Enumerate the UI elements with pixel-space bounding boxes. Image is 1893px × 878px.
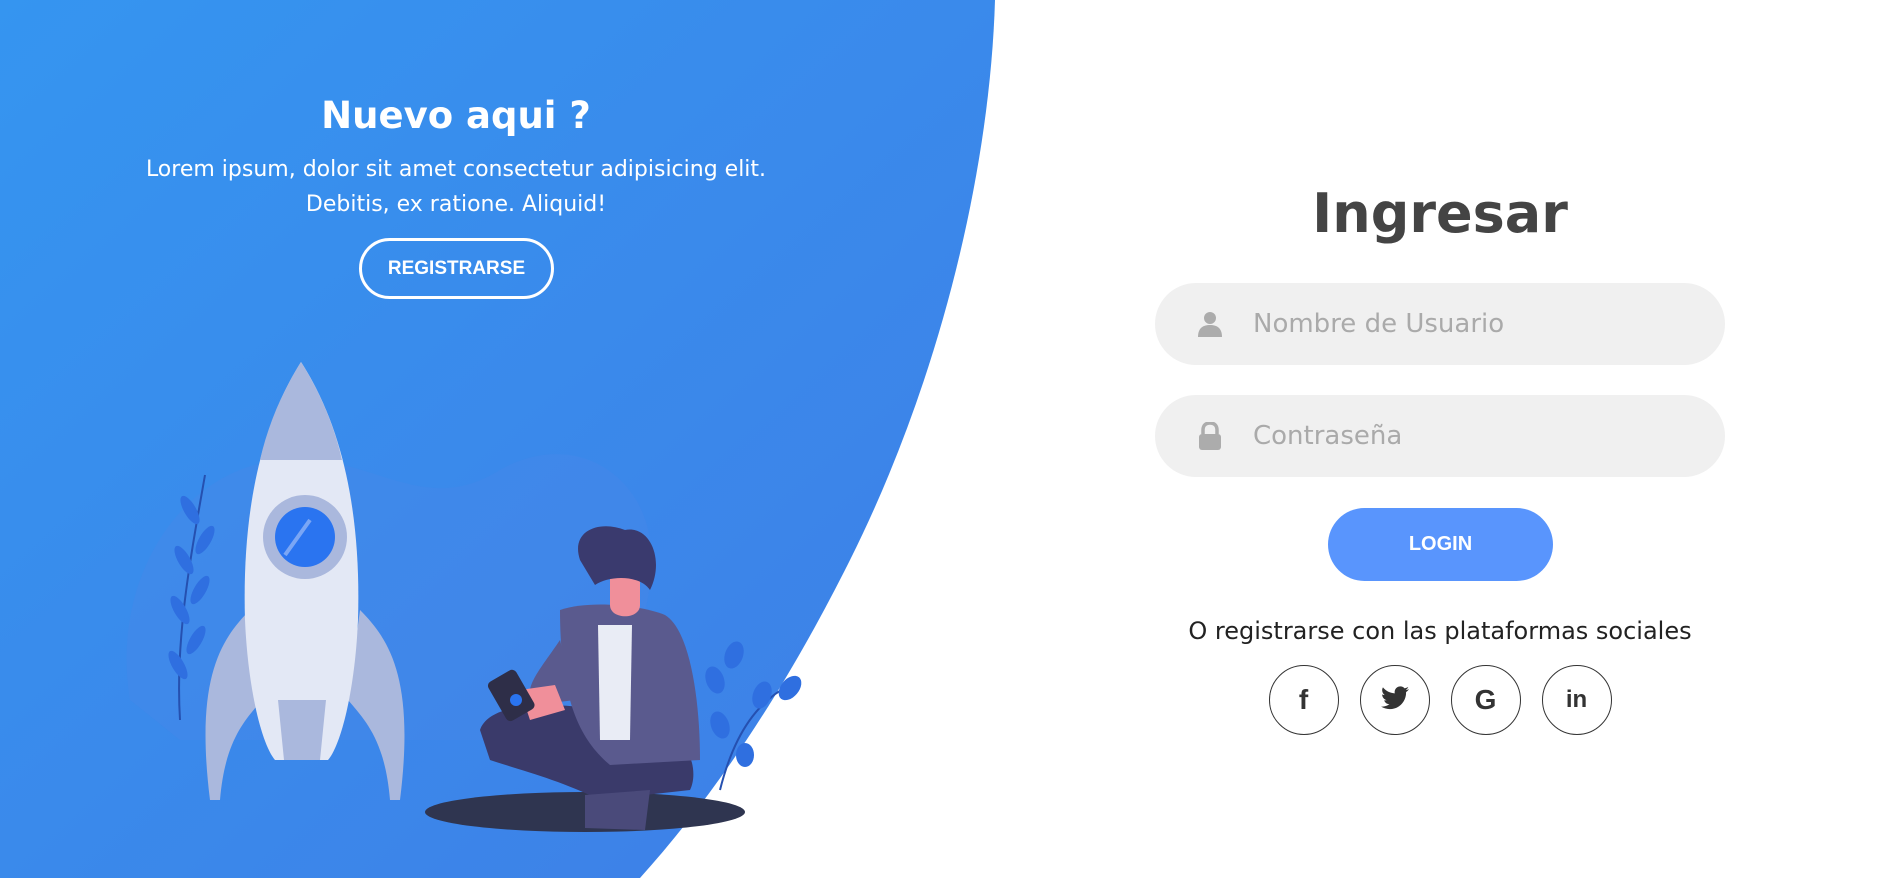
username-field[interactable] [1155, 283, 1725, 365]
lock-icon [1195, 421, 1225, 451]
social-media-row: f G in [1100, 665, 1780, 735]
social-login-text: O registrarse con las plataformas social… [1188, 617, 1692, 645]
facebook-button[interactable]: f [1268, 665, 1339, 735]
user-icon [1195, 309, 1225, 339]
linkedin-icon: in [1565, 686, 1588, 713]
login-title: Ingresar [1312, 182, 1568, 245]
linkedin-button[interactable]: in [1541, 665, 1612, 735]
password-input[interactable] [1253, 406, 1693, 466]
twitter-button[interactable] [1359, 665, 1430, 735]
facebook-icon: f [1298, 684, 1309, 715]
login-button[interactable]: LOGIN [1328, 508, 1553, 581]
login-panel: Ingresar LOGIN O registrarse con las pla… [1100, 0, 1780, 878]
rocket-illustration [126, 362, 802, 832]
username-input[interactable] [1253, 294, 1693, 354]
password-field[interactable] [1155, 395, 1725, 477]
google-icon: G [1474, 684, 1497, 715]
google-button[interactable]: G [1450, 665, 1521, 735]
left-panel: Nuevo aqui ? Lorem ipsum, dolor sit amet… [0, 0, 912, 878]
twitter-icon [1380, 685, 1409, 715]
